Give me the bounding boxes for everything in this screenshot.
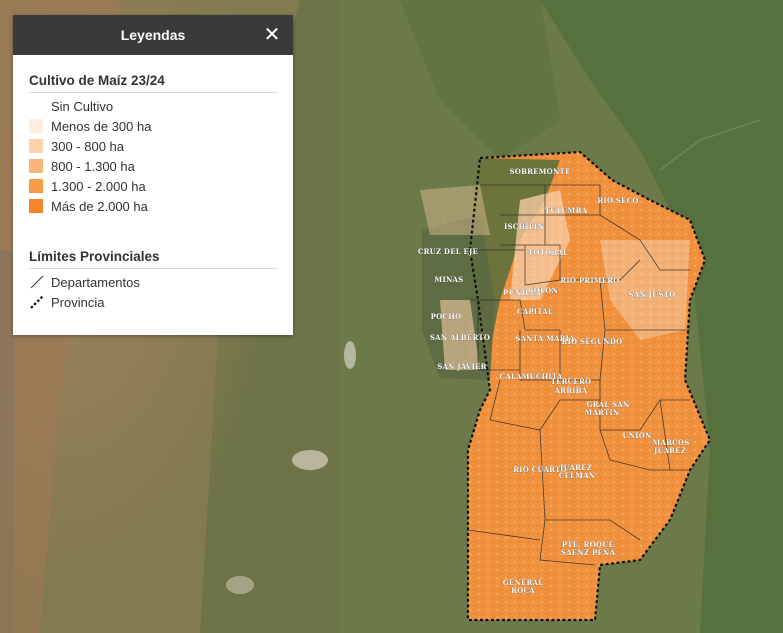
legend-item-departamentos: Departamentos	[29, 272, 277, 292]
dept-label: SAN JUSTO	[629, 290, 676, 299]
dept-label: POCHO	[431, 312, 462, 321]
legend-item-label: 800 - 1.300 ha	[51, 158, 135, 174]
legend-body: Cultivo de Maíz 23/24 Sin Cultivo Menos d…	[13, 55, 293, 312]
dept-label: SAN JAVIER	[437, 362, 486, 371]
dept-label: TOTORAL	[528, 248, 568, 257]
dept-label: ROCA	[511, 586, 535, 595]
close-icon[interactable]: ✕	[261, 24, 283, 46]
legend-item-label: Sin Cultivo	[51, 98, 114, 114]
color-swatch	[29, 99, 43, 113]
legend-item-crop: Sin Cultivo	[29, 96, 277, 116]
legend-item-label: 300 - 800 ha	[51, 138, 125, 154]
dept-label: CRUZ DEL EJE	[418, 247, 478, 256]
legend-item-crop: 1.300 - 2.000 ha	[29, 176, 277, 196]
dept-label: UNION	[622, 431, 652, 440]
legend-item-provincia: Provincia	[29, 292, 277, 312]
dept-label: RIO SECO	[597, 196, 638, 205]
thin-line-icon	[30, 275, 44, 289]
dept-label: RIO PRIMERO	[560, 276, 619, 285]
legend-item-label: Provincia	[51, 294, 105, 310]
dept-label: RIO SEGUNDO	[562, 337, 623, 346]
color-swatch	[29, 199, 43, 213]
dept-label: SOBREMONTE	[509, 167, 570, 176]
dept-label: CELMAN	[559, 471, 596, 480]
legend-item-label: Más de 2.000 ha	[51, 198, 148, 214]
color-swatch	[29, 139, 43, 153]
dept-label: MARTIN	[585, 408, 620, 417]
dept-label: TULUMBA	[545, 206, 588, 215]
dept-label: SAENZ PEÑA	[561, 548, 616, 557]
limits-section-title: Límites Provinciales	[29, 249, 277, 269]
dept-label: TERCERO	[551, 377, 592, 386]
dept-label: CAPITAL	[517, 307, 553, 316]
legend-item-label: 1.300 - 2.000 ha	[51, 178, 146, 194]
legend-item-crop: Menos de 300 ha	[29, 116, 277, 136]
legend-header: Leyendas ✕	[13, 15, 293, 55]
dept-label: SAN ALBERTO	[430, 333, 490, 342]
dept-label: COLON	[528, 286, 558, 295]
dept-label: JUAREZ	[653, 446, 686, 455]
dept-label: ISCHILIN	[504, 222, 544, 231]
legend-panel: Leyendas ✕ Cultivo de Maíz 23/24 Sin Cul…	[13, 15, 293, 335]
crop-section-title: Cultivo de Maíz 23/24	[29, 73, 277, 93]
legend-item-crop: Más de 2.000 ha	[29, 196, 277, 216]
legend-item-label: Menos de 300 ha	[51, 118, 152, 134]
color-swatch	[29, 159, 43, 173]
legend-item-crop: 800 - 1.300 ha	[29, 156, 277, 176]
legend-title: Leyendas	[120, 27, 186, 43]
dashed-line-icon	[30, 295, 44, 309]
color-swatch	[29, 179, 43, 193]
dept-label: ARRIBA	[554, 386, 588, 395]
color-swatch	[29, 119, 43, 133]
legend-item-crop: 300 - 800 ha	[29, 136, 277, 156]
dept-label: MINAS	[435, 275, 464, 284]
legend-item-label: Departamentos	[51, 274, 140, 290]
